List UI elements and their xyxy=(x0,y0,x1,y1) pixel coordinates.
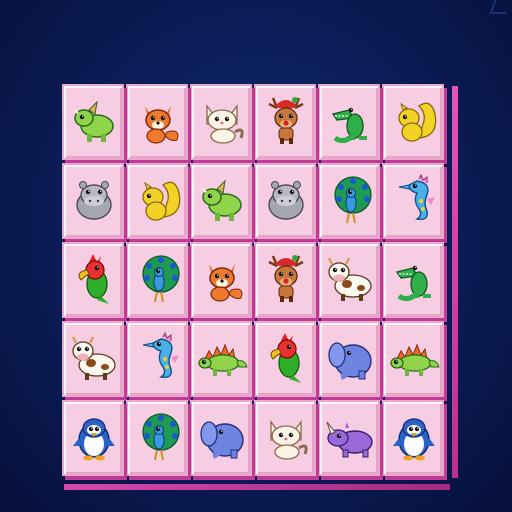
tile-r5-c1[interactable] xyxy=(62,400,124,476)
tile-r4-c3[interactable] xyxy=(190,321,252,397)
parrot-icon xyxy=(78,254,109,304)
squirrel-icon xyxy=(142,181,181,221)
tile-r2-c3[interactable] xyxy=(190,163,252,239)
peacock-icon xyxy=(142,255,180,303)
fox-icon xyxy=(209,264,243,302)
tile-r3-c3[interactable] xyxy=(190,242,252,318)
tile-r3-c4[interactable] xyxy=(254,242,316,318)
tile-r3-c5[interactable] xyxy=(318,242,380,318)
reindeer-icon xyxy=(268,255,304,302)
fox-icon xyxy=(145,106,179,144)
cat-icon xyxy=(206,104,244,144)
triceratops-icon xyxy=(200,179,242,221)
tile-r1-c4[interactable] xyxy=(254,84,316,160)
tile-r5-c3[interactable] xyxy=(190,400,252,476)
cat-icon xyxy=(270,420,308,460)
crocodile-icon xyxy=(331,107,367,144)
tile-r4-c1[interactable] xyxy=(62,321,124,397)
corner-decoration xyxy=(489,0,511,14)
board-side-edge xyxy=(452,86,458,478)
tile-r1-c2[interactable] xyxy=(126,84,188,160)
tile-r2-c4[interactable] xyxy=(254,163,316,239)
elephant-icon xyxy=(200,421,244,459)
parrot-icon xyxy=(270,333,301,383)
tile-r4-c5[interactable] xyxy=(318,321,380,397)
tile-r5-c5[interactable] xyxy=(318,400,380,476)
seahorse-icon xyxy=(142,331,179,379)
seahorse-icon xyxy=(398,173,435,221)
tile-r5-c2[interactable] xyxy=(126,400,188,476)
cow-icon xyxy=(71,336,116,380)
penguin-icon xyxy=(73,418,115,461)
elephant-icon xyxy=(328,342,372,380)
tile-r4-c6[interactable] xyxy=(382,321,444,397)
tile-r2-c6[interactable] xyxy=(382,163,444,239)
hippo-icon xyxy=(76,181,112,220)
tile-r3-c6[interactable] xyxy=(382,242,444,318)
peacock-icon xyxy=(142,413,180,461)
crocodile-icon xyxy=(395,265,431,302)
tile-r1-c5[interactable] xyxy=(318,84,380,160)
triceratops-icon xyxy=(72,100,114,142)
tile-r2-c5[interactable] xyxy=(318,163,380,239)
reindeer-icon xyxy=(268,97,304,144)
tile-r1-c1[interactable] xyxy=(62,84,124,160)
tile-r5-c4[interactable] xyxy=(254,400,316,476)
board-bottom-edge xyxy=(64,484,450,490)
rhino-icon xyxy=(326,421,373,458)
tile-r1-c3[interactable] xyxy=(190,84,252,160)
tile-r3-c1[interactable] xyxy=(62,242,124,318)
cow-icon xyxy=(327,257,372,301)
peacock-icon xyxy=(334,176,372,224)
stegosaurus-icon xyxy=(390,343,440,376)
penguin-icon xyxy=(393,418,435,461)
tile-r2-c1[interactable] xyxy=(62,163,124,239)
tile-r1-c6[interactable] xyxy=(382,84,444,160)
tile-r4-c2[interactable] xyxy=(126,321,188,397)
game-board xyxy=(60,82,458,490)
stegosaurus-icon xyxy=(198,343,248,376)
tile-r4-c4[interactable] xyxy=(254,321,316,397)
tile-r2-c2[interactable] xyxy=(126,163,188,239)
squirrel-icon xyxy=(398,102,437,142)
tile-r5-c6[interactable] xyxy=(382,400,444,476)
tile-r3-c2[interactable] xyxy=(126,242,188,318)
hippo-icon xyxy=(268,181,304,220)
